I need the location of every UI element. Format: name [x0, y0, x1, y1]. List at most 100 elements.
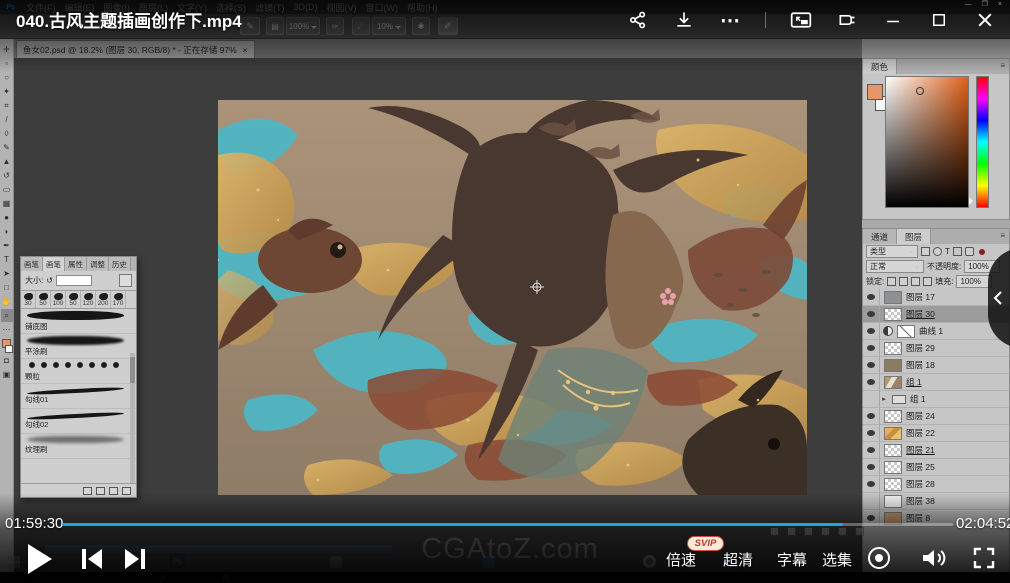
- maximize-icon[interactable]: [928, 9, 950, 31]
- layer-row[interactable]: 图层 28: [863, 476, 1009, 493]
- speed-button[interactable]: 倍速: [666, 549, 696, 570]
- new-brush-icon[interactable]: [109, 487, 118, 495]
- tab-channels[interactable]: 通道: [863, 229, 897, 244]
- progress-bar[interactable]: [62, 523, 953, 526]
- eyedropper-tool[interactable]: /: [1, 113, 13, 126]
- layer-filter-dropdown[interactable]: 类型: [866, 245, 918, 258]
- brush-tool[interactable]: ✎: [1, 141, 13, 154]
- close-icon[interactable]: [974, 9, 996, 31]
- shape-tool[interactable]: □: [1, 281, 13, 294]
- brush-preset[interactable]: 50: [36, 291, 51, 308]
- visibility-eye-icon[interactable]: [863, 306, 880, 323]
- smoothing-gear-icon[interactable]: ✱: [412, 17, 430, 35]
- previous-button[interactable]: [80, 546, 104, 577]
- layer-row[interactable]: 图层 29: [863, 340, 1009, 357]
- visibility-eye-icon[interactable]: [863, 459, 880, 476]
- layers-panel-menu-icon[interactable]: ≡: [996, 229, 1009, 244]
- hue-slider-arrow[interactable]: [969, 197, 977, 205]
- dodge-tool[interactable]: ◗: [1, 225, 13, 238]
- quick-select-tool[interactable]: ✦: [1, 85, 13, 98]
- quickmask-icon[interactable]: ◘: [1, 354, 13, 367]
- visibility-eye-icon[interactable]: [863, 323, 880, 340]
- marquee-tool[interactable]: ▫: [1, 57, 13, 70]
- fullscreen-icon[interactable]: [972, 546, 996, 575]
- brush-edit-button[interactable]: [119, 274, 132, 287]
- tab-adjust[interactable]: 调整: [87, 257, 109, 271]
- brush-preset[interactable]: 170: [111, 291, 126, 308]
- visibility-eye-icon[interactable]: [863, 425, 880, 442]
- layer-row-adjustment[interactable]: 曲线 1: [863, 323, 1009, 340]
- toolbar-more-icon[interactable]: ⋯: [1, 323, 13, 336]
- brush-size-input[interactable]: [56, 275, 92, 286]
- visibility-eye-icon[interactable]: [863, 476, 880, 493]
- brush-list-scrollthumb[interactable]: [130, 357, 135, 383]
- blur-tool[interactable]: ●: [1, 211, 13, 224]
- hand-tool[interactable]: ✋: [1, 295, 13, 308]
- tab-layers[interactable]: 图层: [897, 229, 931, 244]
- minimize-icon[interactable]: [882, 9, 904, 31]
- hue-slider[interactable]: [976, 76, 989, 208]
- layer-row[interactable]: 组 1: [863, 374, 1009, 391]
- lock-paint-icon[interactable]: [899, 277, 908, 286]
- ps-menu-help[interactable]: 帮助(H): [407, 1, 438, 14]
- filter-shape-icon[interactable]: [953, 247, 962, 256]
- visibility-eye-icon[interactable]: [863, 442, 880, 459]
- gradient-tool[interactable]: ▦: [1, 197, 13, 210]
- tab-history[interactable]: 历史: [109, 257, 131, 271]
- pen-tool[interactable]: ✒: [1, 239, 13, 252]
- layer-row[interactable]: 图层 18: [863, 357, 1009, 374]
- ps-menu-view[interactable]: 视图(V): [327, 1, 357, 14]
- tab-close-icon[interactable]: ×: [243, 45, 248, 55]
- filter-adjust-icon[interactable]: [933, 247, 942, 256]
- pressure-opacity-icon[interactable]: ✑: [326, 17, 344, 35]
- color-picker-ring[interactable]: [916, 87, 924, 95]
- background-color-swatch[interactable]: [5, 345, 13, 353]
- crop-tool[interactable]: ⌗: [1, 99, 13, 112]
- cast-icon[interactable]: [836, 9, 858, 31]
- opacity-dropdown[interactable]: 100%: [286, 17, 320, 35]
- play-button[interactable]: [28, 544, 52, 574]
- tab-brush[interactable]: 画笔: [43, 257, 65, 271]
- lock-all-icon[interactable]: [923, 277, 932, 286]
- visibility-eye-icon[interactable]: [863, 493, 880, 510]
- document-tab[interactable]: 鱼女02.psd @ 18.2% (图层 30, RGB/8) * - 正在存储…: [16, 40, 255, 58]
- ps-menu-filter[interactable]: 滤镜(T): [255, 1, 285, 14]
- brush-item[interactable]: 纹理刷: [21, 434, 136, 459]
- layer-row[interactable]: 图层 24: [863, 408, 1009, 425]
- brush-item[interactable]: 平涂刷: [21, 334, 136, 359]
- visibility-eye-icon[interactable]: [863, 408, 880, 425]
- brush-preset[interactable]: 30: [21, 291, 36, 308]
- reset-icon[interactable]: ↺: [46, 276, 53, 285]
- delete-icon[interactable]: [122, 487, 131, 495]
- saturation-brightness-field[interactable]: [885, 76, 969, 208]
- next-button[interactable]: [123, 546, 147, 577]
- layer-row-hidden[interactable]: 图层 38: [863, 493, 1009, 510]
- group-collapse-icon[interactable]: ▸: [880, 395, 888, 403]
- lock-icon[interactable]: [83, 487, 92, 495]
- download-icon[interactable]: [673, 9, 695, 31]
- brush-preset-button[interactable]: ✎: [240, 17, 260, 35]
- airbrush-icon[interactable]: ☄: [352, 17, 370, 35]
- visibility-eye-icon[interactable]: [863, 391, 880, 408]
- volume-icon[interactable]: [920, 545, 947, 576]
- tab-color[interactable]: 颜色: [863, 59, 897, 74]
- filter-smart-icon[interactable]: [965, 247, 974, 256]
- pip-icon[interactable]: [790, 9, 812, 31]
- layer-row[interactable]: 图层 21: [863, 442, 1009, 459]
- layer-row-group[interactable]: ▸ 组 1: [863, 391, 1009, 408]
- folder-icon[interactable]: [96, 487, 105, 495]
- brush-item[interactable]: 铺底图: [21, 309, 136, 334]
- zoom-tool[interactable]: ⌕: [1, 309, 13, 322]
- healing-tool[interactable]: ◊: [1, 127, 13, 140]
- brush-preset[interactable]: 120: [81, 291, 96, 308]
- episodes-button[interactable]: 选集: [822, 549, 852, 570]
- subtitles-button[interactable]: 字幕: [777, 549, 807, 570]
- layer-row[interactable]: 图层 25: [863, 459, 1009, 476]
- share-icon[interactable]: [627, 9, 649, 31]
- brush-preset[interactable]: 50: [66, 291, 81, 308]
- ps-menu-3d[interactable]: 3D(D): [294, 2, 318, 12]
- tab-properties[interactable]: 属性: [65, 257, 87, 271]
- layer-row[interactable]: 图层 22: [863, 425, 1009, 442]
- filter-pixel-icon[interactable]: [921, 247, 930, 256]
- move-tool[interactable]: ✛: [1, 43, 13, 56]
